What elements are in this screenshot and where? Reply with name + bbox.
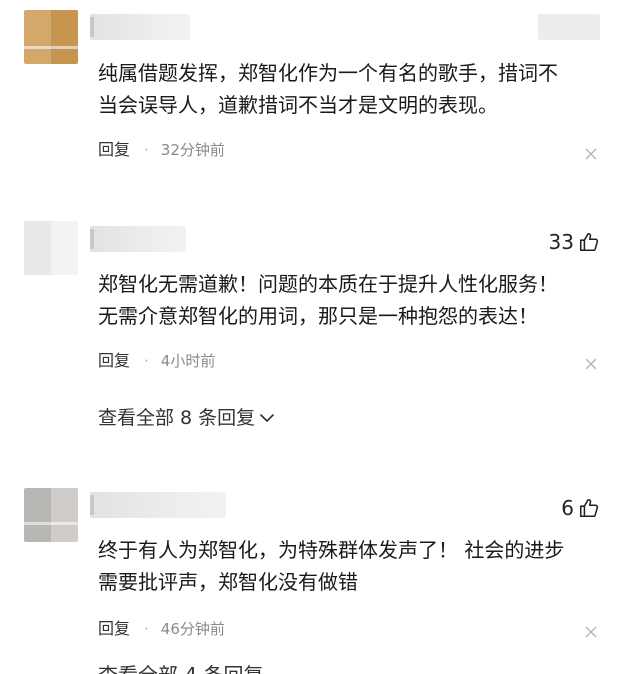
comment-meta: 回复 · 46分钟前 [98,618,225,640]
avatar[interactable] [24,488,78,542]
avatar[interactable] [24,10,78,64]
like-count: 6 [561,496,574,520]
separator-dot: · [144,141,149,159]
like-button[interactable]: 6 [561,494,600,522]
reply-button[interactable]: 回复 [98,618,130,640]
separator-dot: · [144,352,149,370]
view-all-replies-link[interactable]: 查看全部 8 条回复 [98,404,276,432]
close-icon[interactable] [584,357,598,371]
close-icon[interactable] [584,625,598,639]
comment-text: 郑智化无需道歉！问题的本质在于提升人性化服务！ 无需介意郑智化的用词，那只是一种… [98,272,558,328]
chevron-down-icon [260,414,275,422]
view-all-replies-label: 查看全部 8 条回复 [98,407,256,429]
thumbs-up-icon [579,232,599,252]
cutoff-text: 查看全部 4 条回复 [98,665,278,674]
username-blurred[interactable] [90,492,226,518]
reply-button[interactable]: 回复 [98,350,130,372]
avatar[interactable] [24,221,78,275]
close-icon[interactable] [584,147,598,161]
username-blurred[interactable] [90,226,186,252]
blurred-region [538,14,600,40]
comment-text: 纯属借题发挥，郑智化作为一个有名的歌手，措词不 当会误导人，道歉措词不当才是文明… [98,61,558,117]
like-count: 33 [548,230,574,254]
comment-text: 终于有人为郑智化，为特殊群体发声了！ 社会的进步 需要批评声，郑智化没有做错 [98,538,565,594]
timestamp: 32分钟前 [160,141,225,159]
timestamp: 46分钟前 [160,620,225,638]
reply-button[interactable]: 回复 [98,139,130,161]
thumbs-up-icon [579,498,599,518]
cutoff-view-replies-link[interactable]: 查看全部 4 条回复 [98,664,278,674]
separator-dot: · [144,620,149,638]
timestamp: 4小时前 [160,352,216,370]
comment-meta: 回复 · 32分钟前 [98,139,225,161]
comment-meta: 回复 · 4小时前 [98,350,215,372]
like-button[interactable]: 33 [549,228,600,256]
username-blurred[interactable] [90,14,190,40]
